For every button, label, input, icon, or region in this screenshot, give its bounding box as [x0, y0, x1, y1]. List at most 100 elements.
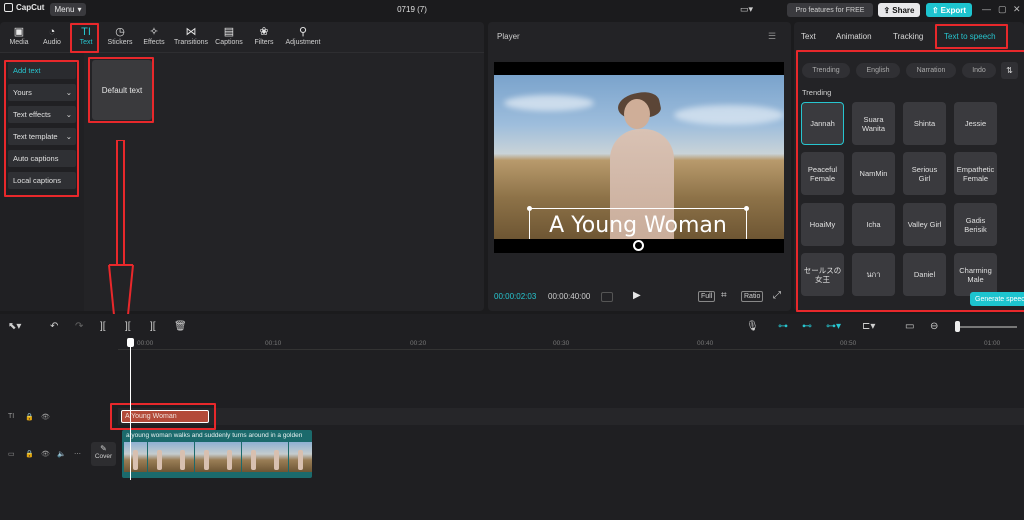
minimize-icon[interactable]: — — [982, 4, 991, 14]
menu-lines-icon[interactable]: ☰ — [768, 31, 776, 42]
zoom-out-icon[interactable]: ⊖ — [930, 321, 938, 332]
fullscreen-icon[interactable]: ⤢ — [773, 290, 781, 301]
project-title: 0719 (7) — [397, 5, 427, 14]
eye-icon[interactable]: 👁 — [41, 450, 50, 458]
clip-thumbnail — [288, 442, 312, 472]
playhead[interactable] — [130, 340, 131, 480]
video-track-icon: ▭ — [8, 451, 15, 458]
link-clips-icon[interactable]: ⊶ — [778, 321, 788, 332]
tab-adjustment[interactable]: ⚲ Adjustment — [282, 26, 324, 50]
clip-thumbnail — [218, 442, 241, 472]
volume-icon[interactable]: 🔈 — [57, 450, 66, 458]
annotation-box-text-tab — [70, 23, 99, 53]
clip-thumbnail — [124, 442, 147, 472]
share-label: Share — [892, 5, 915, 15]
audio-icon: ◔ — [48, 26, 56, 38]
ruler-tick: 01:00 — [984, 340, 1001, 347]
timecode-toggle[interactable] — [601, 292, 613, 302]
tab-captions-label: Captions — [215, 39, 243, 46]
tab-media[interactable]: ▣ Media — [2, 26, 36, 50]
total-time: 00:00:40:00 — [548, 292, 591, 301]
zoom-slider-handle[interactable] — [955, 321, 960, 332]
tab-effects[interactable]: ✧ Effects — [137, 26, 171, 50]
tab-filters-label: Filters — [254, 39, 274, 46]
cloud — [674, 105, 784, 125]
video-frame: A Young Woman — [494, 75, 784, 239]
lock-icon[interactable]: 🔒 — [25, 450, 34, 458]
select-tool-icon[interactable]: ⬉▾ — [8, 321, 21, 332]
split-right-icon[interactable]: ][ — [150, 321, 156, 332]
ratio-button[interactable]: Ratio — [741, 291, 764, 302]
stickers-icon: ◷ — [115, 26, 125, 38]
annotation-box-text-clip — [110, 403, 216, 430]
zoom-slider[interactable] — [955, 326, 1017, 328]
layout-icon[interactable]: ▭▾ — [740, 4, 762, 16]
lock-icon[interactable]: 🔒 — [25, 413, 34, 421]
tab-captions[interactable]: ▤ Captions — [212, 26, 246, 50]
undo-icon[interactable]: ↶ — [50, 321, 58, 332]
screenshot-icon[interactable]: ⌗ — [721, 290, 727, 301]
player-title: Player — [497, 32, 520, 41]
ruler-tick: 00:20 — [410, 340, 427, 347]
text-track-icon: TI — [8, 413, 15, 420]
microphone-icon[interactable]: 🎙 — [746, 321, 759, 332]
eye-icon[interactable]: 👁 — [41, 413, 50, 421]
redo-icon[interactable]: ↷ — [75, 321, 83, 332]
pro-features-button[interactable]: Pro features for FREE — [787, 3, 873, 17]
split-left-icon[interactable]: ][ — [125, 321, 131, 332]
adjustment-icon: ⚲ — [298, 26, 308, 38]
ruler-tick: 00:00 — [137, 340, 154, 347]
ruler-tick: 00:50 — [840, 340, 857, 347]
tab-transitions-label: Transitions — [174, 39, 208, 46]
woman-head — [624, 99, 650, 129]
clip-thumbnail — [171, 442, 194, 472]
tab-filters[interactable]: ❀ Filters — [247, 26, 281, 50]
transitions-icon: ⋈ — [185, 26, 197, 38]
full-quality-button[interactable]: Full — [698, 291, 716, 302]
share-button[interactable]: ⇪ Share — [878, 3, 920, 17]
annotation-box-tts-tab — [935, 24, 1008, 49]
tab-transitions[interactable]: ⋈ Transitions — [171, 26, 211, 50]
media-icon: ▣ — [13, 26, 25, 38]
video-clip-label: a young woman walks and suddenly turns a… — [126, 432, 303, 439]
annotation-box-default-text — [88, 57, 154, 123]
tab-stickers-label: Stickers — [107, 39, 133, 46]
tab-animation[interactable]: Animation — [836, 32, 872, 41]
tab-audio[interactable]: ◔ Audio — [35, 26, 69, 50]
cover-label: Cover — [94, 453, 113, 460]
video-preview[interactable]: A Young Woman — [494, 62, 784, 253]
magnet-icon[interactable]: ⊷ — [802, 321, 812, 332]
close-icon[interactable]: ✕ — [1013, 4, 1021, 15]
cover-button[interactable]: ✎ Cover — [91, 442, 116, 466]
effects-icon: ✧ — [149, 26, 159, 38]
clip-thumbnail — [265, 442, 288, 472]
maximize-icon[interactable]: ▢ — [998, 4, 1007, 15]
split-icon[interactable]: ][ — [100, 321, 106, 332]
playhead-handle[interactable] — [127, 338, 134, 347]
export-label: Export — [940, 5, 967, 15]
tab-tracking[interactable]: Tracking — [893, 32, 923, 41]
ruler-tick: 00:40 — [697, 340, 714, 347]
video-clip[interactable]: a young woman walks and suddenly turns a… — [122, 430, 312, 478]
filters-icon: ❀ — [259, 26, 269, 38]
text-overlay[interactable]: A Young Woman — [529, 208, 747, 239]
tab-audio-label: Audio — [43, 39, 61, 46]
annotation-box-voice-panel — [796, 50, 1024, 312]
rotate-icon[interactable] — [633, 240, 644, 251]
time-ruler[interactable] — [118, 338, 1024, 350]
more-icon[interactable]: ⋯ — [74, 450, 81, 458]
screen-icon[interactable]: ▭ — [905, 321, 914, 332]
ruler-tick: 00:30 — [553, 340, 570, 347]
tab-text-props[interactable]: Text — [801, 32, 816, 41]
current-time: 00:00:02:03 — [494, 292, 537, 301]
delete-icon[interactable]: 🗑 — [174, 321, 187, 332]
pencil-icon: ✎ — [100, 444, 107, 453]
tab-adjustment-label: Adjustment — [285, 39, 321, 46]
tab-stickers[interactable]: ◷ Stickers — [103, 26, 137, 50]
export-button[interactable]: ⇧ Export — [926, 3, 972, 17]
auto-snap-icon[interactable]: ⊶▾ — [826, 321, 841, 332]
preview-axis-icon[interactable]: ⊏▾ — [862, 321, 875, 332]
annotation-box-sidebar — [4, 60, 79, 197]
export-icon: ⇧ — [931, 5, 939, 15]
play-icon[interactable]: ▶ — [633, 290, 641, 301]
